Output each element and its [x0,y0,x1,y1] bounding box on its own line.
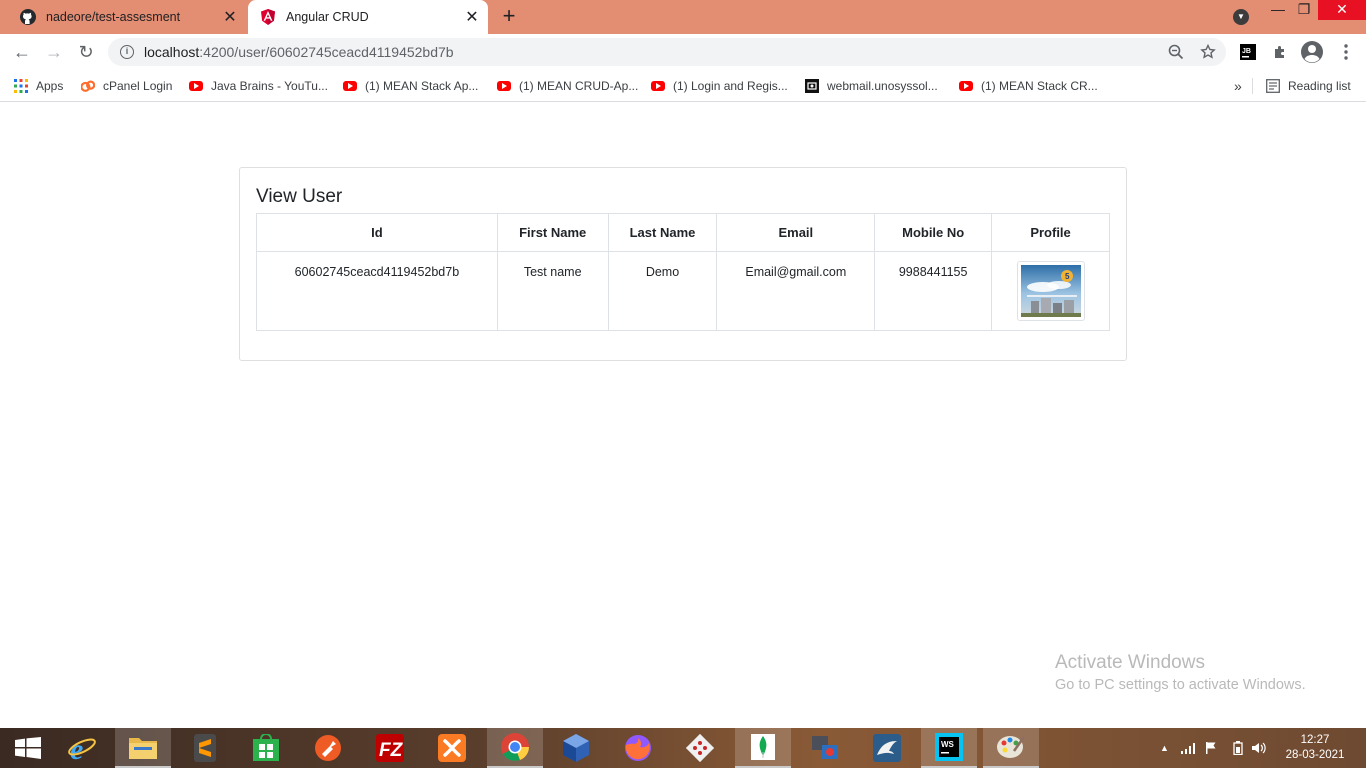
user-table: Id First Name Last Name Email Mobile No … [256,213,1110,331]
mongodb-icon[interactable] [735,728,791,768]
profile-avatar-icon[interactable] [1300,40,1324,64]
file-explorer-icon[interactable] [115,728,171,768]
postman-icon[interactable] [300,728,356,768]
view-user-card: View User Id First Name Last Name Email … [239,167,1127,361]
svg-text:JB: JB [1242,48,1251,55]
windows-taskbar: e FZ WS ▲ 12:27 28-03-2021 [0,728,1366,768]
system-tray: ▲ [1160,728,1267,768]
youtube-icon [651,81,665,91]
cell-email: Email@gmail.com [716,251,876,331]
cell-first-name: Test name [496,251,609,331]
site-info-icon[interactable]: i [120,45,134,59]
paint-icon[interactable] [983,728,1039,768]
bookmark-mean-stack-app[interactable]: (1) MEAN Stack Ap... [343,76,478,96]
tab-title: nadeore/test-assesment [46,10,181,24]
bookmark-mean-stack-crud[interactable]: (1) MEAN Stack CR... [959,76,1098,96]
bookmark-mean-crud-app[interactable]: (1) MEAN CRUD-Ap... [497,76,638,96]
activate-windows-title: Activate Windows [1055,652,1205,673]
cpanel-icon [81,80,95,92]
column-header-email: Email [716,213,876,252]
tab-title: Angular CRUD [286,10,369,24]
taskbar-clock[interactable]: 12:27 28-03-2021 [1280,733,1350,763]
bookmark-cpanel[interactable]: cPanel Login [81,76,172,96]
bookmark-java-brains[interactable]: Java Brains - YouTu... [189,76,328,96]
git-icon[interactable] [672,728,728,768]
network-tool-icon[interactable] [797,728,853,768]
youtube-icon [189,81,203,91]
volume-icon[interactable] [1251,741,1267,755]
tab-github[interactable]: nadeore/test-assesment ✕ [8,0,246,34]
sublime-icon[interactable] [177,728,233,768]
filezilla-icon[interactable]: FZ [362,728,418,768]
store-icon[interactable] [238,728,294,768]
tab-search-icon[interactable]: ▼ [1233,9,1249,25]
close-tab-icon[interactable]: ✕ [220,7,240,27]
clock-date: 28-03-2021 [1285,749,1345,761]
browser-tabstrip: nadeore/test-assesment ✕ Angular CRUD ✕ … [0,0,1366,34]
bookmark-apps[interactable]: Apps [14,76,63,96]
tray-overflow-icon[interactable]: ▲ [1160,743,1169,753]
more-bookmarks-button[interactable]: » [1234,76,1242,96]
reading-list-icon [1266,79,1280,93]
cell-last-name: Demo [607,251,718,331]
zoom-icon[interactable] [1168,44,1184,60]
chrome-icon[interactable] [487,728,543,768]
forward-arrow-icon[interactable]: → [42,40,66,64]
svg-text:FZ: FZ [379,740,404,761]
youtube-icon [959,81,973,91]
bookmark-login-register[interactable]: (1) Login and Regis... [651,76,788,96]
bookmarks-bar: Apps cPanel Login Java Brains - YouTu...… [0,70,1366,102]
cell-mobile: 9988441155 [874,251,993,331]
cell-id: 60602745ceacd4119452bd7b [256,251,498,331]
browser-toolbar: ← → ↻ i localhost:4200/user/60602745ceac… [0,34,1366,70]
column-header-mobile: Mobile No [874,213,993,252]
menu-kebab-icon[interactable] [1336,42,1356,62]
page-title: View User [256,186,343,207]
windows-logo-icon [15,737,41,759]
reload-icon[interactable]: ↻ [74,40,98,64]
youtube-icon [497,81,511,91]
ie-icon[interactable]: e [54,728,110,768]
close-window-button[interactable]: ✕ [1318,0,1366,20]
back-arrow-icon[interactable]: ← [10,40,34,64]
svg-text:5: 5 [1065,272,1070,281]
svg-text:WS: WS [941,740,955,749]
profile-image: 5 [1016,261,1085,321]
table-header-row: Id First Name Last Name Email Mobile No … [256,213,1110,252]
firefox-icon[interactable] [610,728,666,768]
extensions-puzzle-icon[interactable] [1270,42,1290,62]
bookmarks-divider [1252,78,1253,94]
close-tab-icon[interactable]: ✕ [462,7,482,27]
activate-windows-subtitle: Go to PC settings to activate Windows. [1055,677,1306,693]
cell-profile: 5 [991,251,1110,331]
url-text[interactable]: localhost:4200/user/60602745ceacd4119452… [144,44,1168,60]
battery-icon[interactable] [1233,741,1243,755]
bookmark-webmail[interactable]: webmail.unosyssol... [805,76,938,96]
column-header-last-name: Last Name [607,213,718,252]
column-header-id: Id [256,213,498,252]
apps-grid-icon [14,79,28,93]
start-button[interactable] [0,728,56,768]
column-header-profile: Profile [991,213,1110,252]
action-center-flag-icon[interactable] [1205,741,1219,755]
webstorm-icon[interactable]: WS [921,728,977,768]
tab-angular-crud[interactable]: Angular CRUD ✕ [248,0,488,34]
column-header-first-name: First Name [496,213,609,252]
clock-time: 12:27 [1300,734,1330,746]
bookmark-star-icon[interactable] [1200,44,1216,60]
restore-button[interactable]: ❐ [1288,0,1320,20]
mysql-workbench-icon[interactable] [859,728,915,768]
reading-list-button[interactable]: Reading list [1266,76,1351,96]
xampp-icon[interactable] [424,728,480,768]
jetbrains-extension-icon[interactable]: JB [1238,42,1258,62]
address-bar[interactable]: i localhost:4200/user/60602745ceacd41194… [108,38,1226,66]
webmail-icon [805,79,819,93]
youtube-icon [343,81,357,91]
signal-icon[interactable] [1180,742,1197,754]
table-row: 60602745ceacd4119452bd7b Test name Demo … [256,251,1110,331]
github-icon [20,9,36,25]
angular-icon [261,9,275,25]
new-tab-button[interactable]: + [498,5,520,27]
virtualbox-icon[interactable] [548,728,604,768]
